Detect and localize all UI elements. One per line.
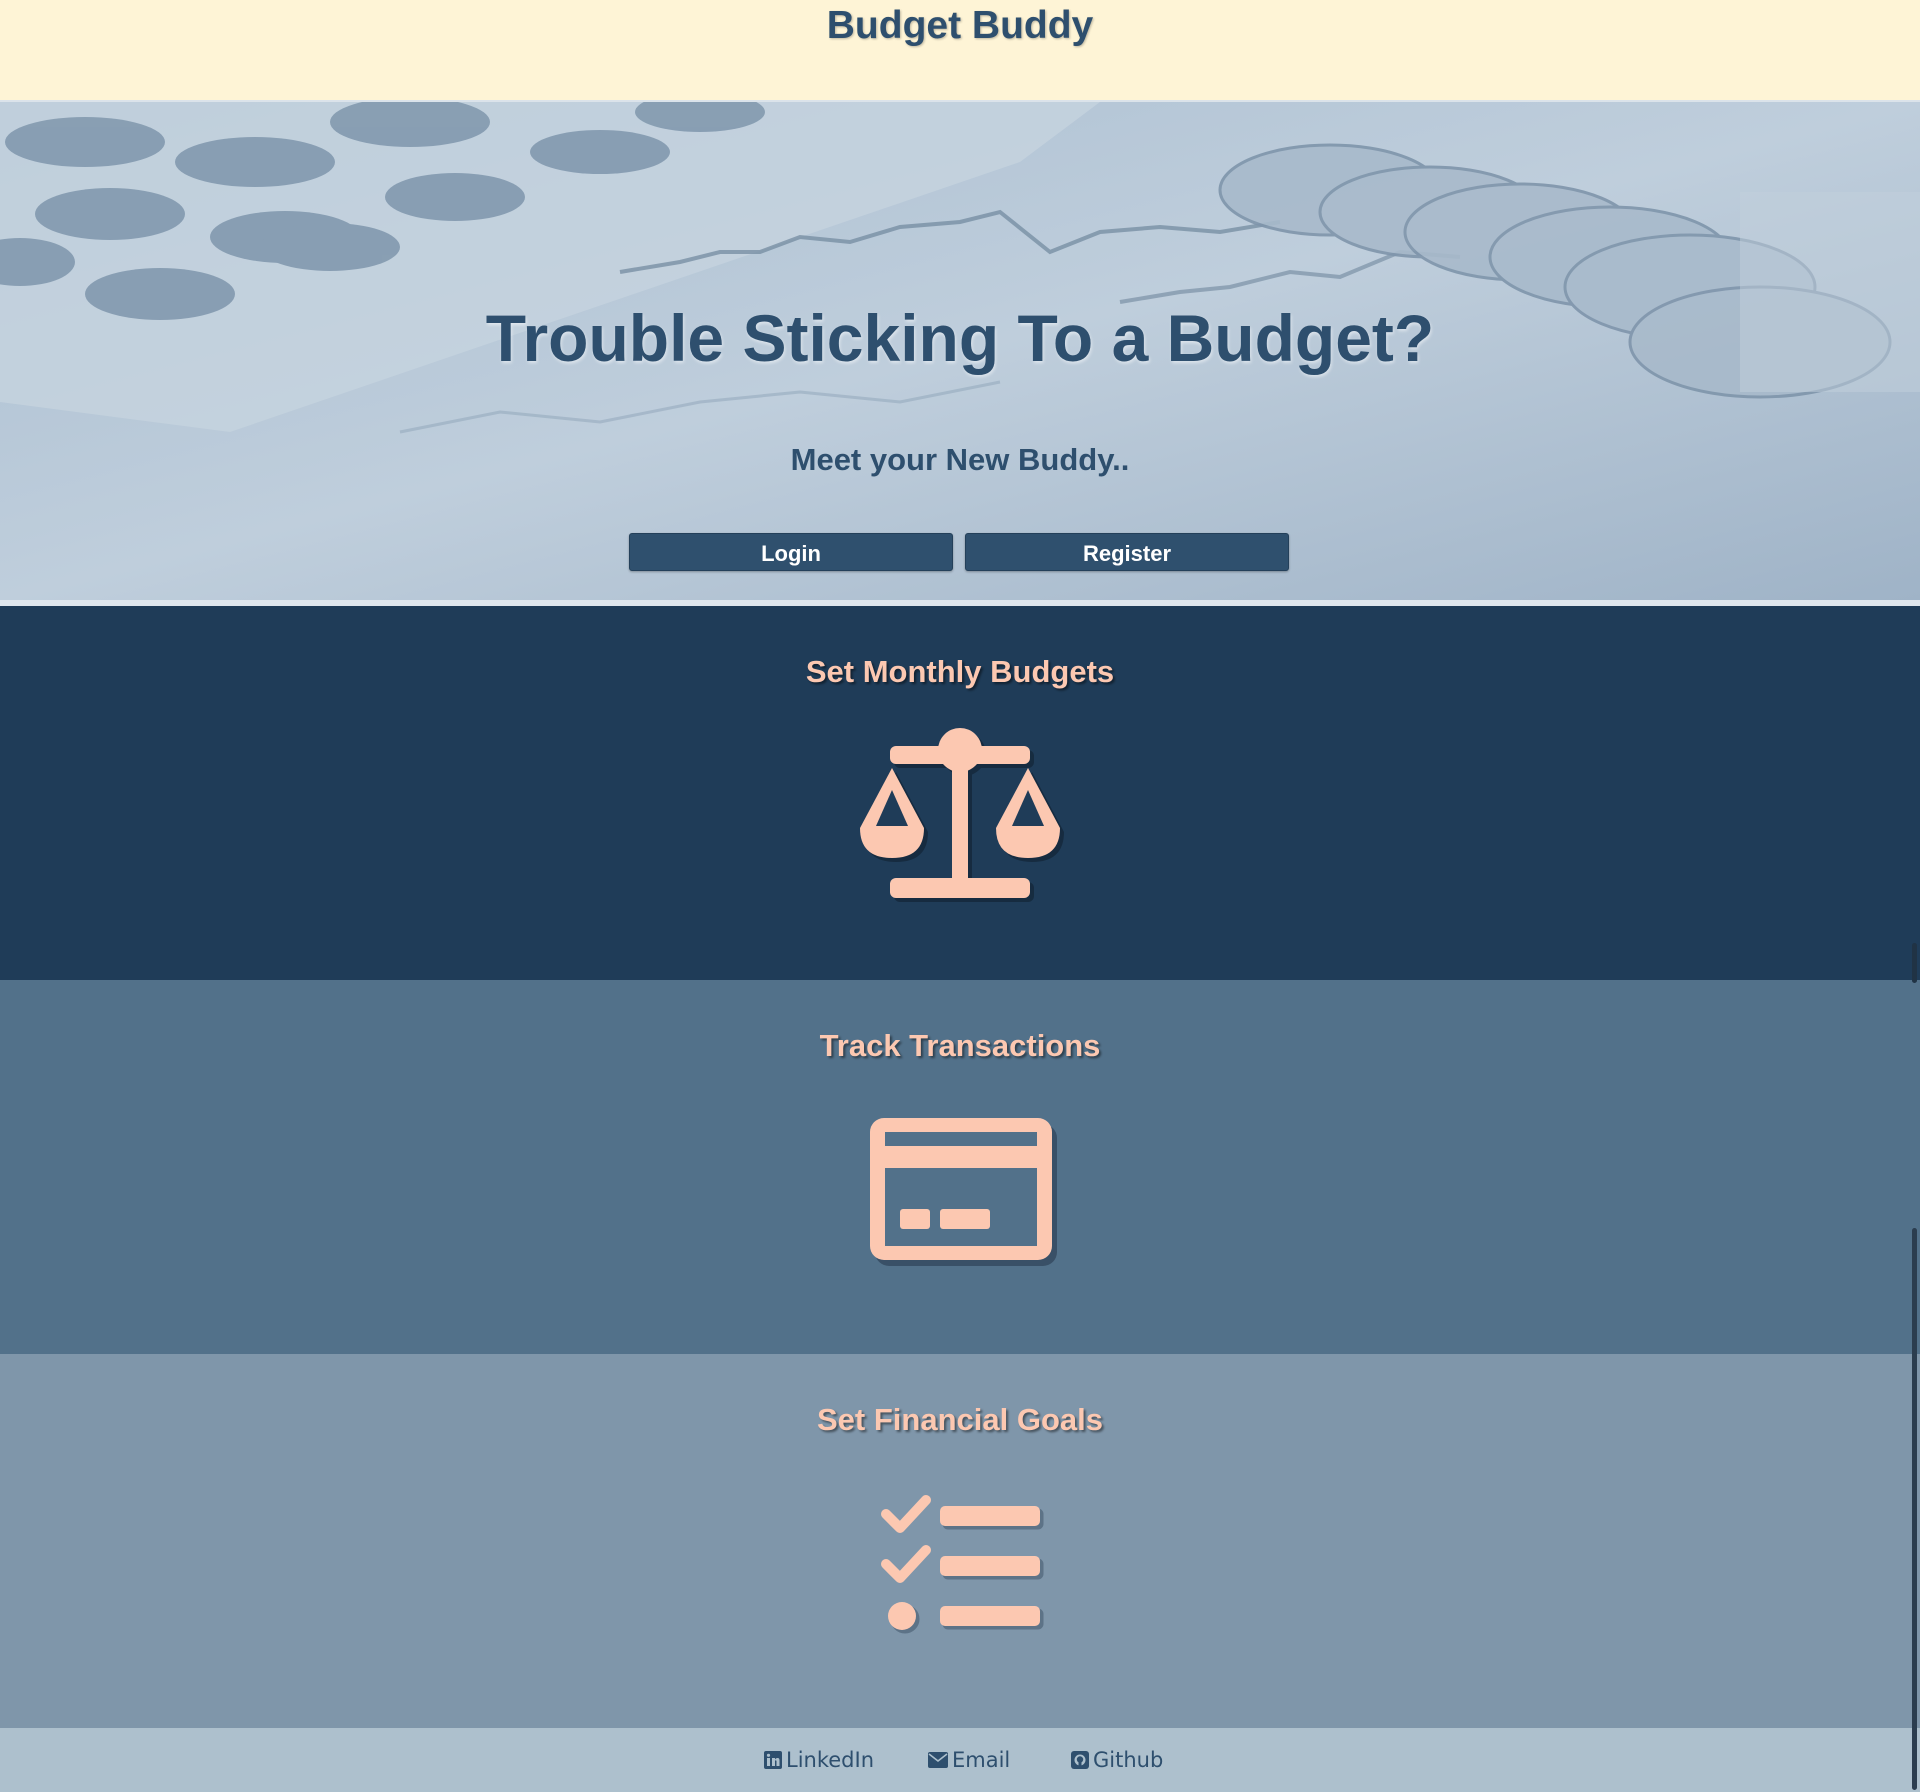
site-title: Budget Buddy bbox=[826, 4, 1094, 47]
hero-heading: Trouble Sticking To a Budget? bbox=[485, 301, 1435, 375]
footer-link-label: Email bbox=[952, 1748, 1011, 1772]
scale-balance-icon bbox=[860, 728, 1064, 902]
checklist-icon bbox=[881, 1495, 1044, 1634]
footer-link-label: LinkedIn bbox=[786, 1748, 875, 1772]
footer-link-email[interactable]: Email bbox=[928, 1748, 1010, 1772]
register-button[interactable]: Register bbox=[965, 533, 1289, 571]
footer-link-github[interactable]: Github bbox=[1071, 1748, 1163, 1772]
site-header: Budget Buddy bbox=[0, 0, 1920, 102]
hero-subheading: Meet your New Buddy.. bbox=[790, 442, 1130, 477]
footer-link-label: Github bbox=[1093, 1748, 1164, 1772]
scrollbar-marker[interactable] bbox=[1912, 943, 1917, 983]
hero-section: Trouble Sticking To a Budget? Meet your … bbox=[0, 102, 1920, 606]
feature-track-transactions: Track Transactions bbox=[0, 980, 1920, 1354]
site-footer: LinkedIn Email Github bbox=[0, 1728, 1920, 1792]
feature-monthly-budgets: Set Monthly Budgets bbox=[0, 606, 1920, 980]
feature-title: Set Financial Goals bbox=[817, 1402, 1103, 1437]
github-icon bbox=[1071, 1751, 1089, 1769]
footer-link-linkedin[interactable]: LinkedIn bbox=[764, 1748, 874, 1772]
credit-card-icon bbox=[870, 1118, 1057, 1266]
login-button[interactable]: Login bbox=[629, 533, 953, 571]
scrollbar-thumb[interactable] bbox=[1912, 1228, 1917, 1790]
linkedin-icon bbox=[764, 1751, 782, 1769]
feature-financial-goals: Set Financial Goals bbox=[0, 1354, 1920, 1728]
envelope-icon bbox=[928, 1752, 948, 1768]
page-scrollbar[interactable] bbox=[1910, 100, 1920, 1792]
feature-title: Set Monthly Budgets bbox=[805, 654, 1115, 689]
feature-title: Track Transactions bbox=[819, 1028, 1101, 1063]
